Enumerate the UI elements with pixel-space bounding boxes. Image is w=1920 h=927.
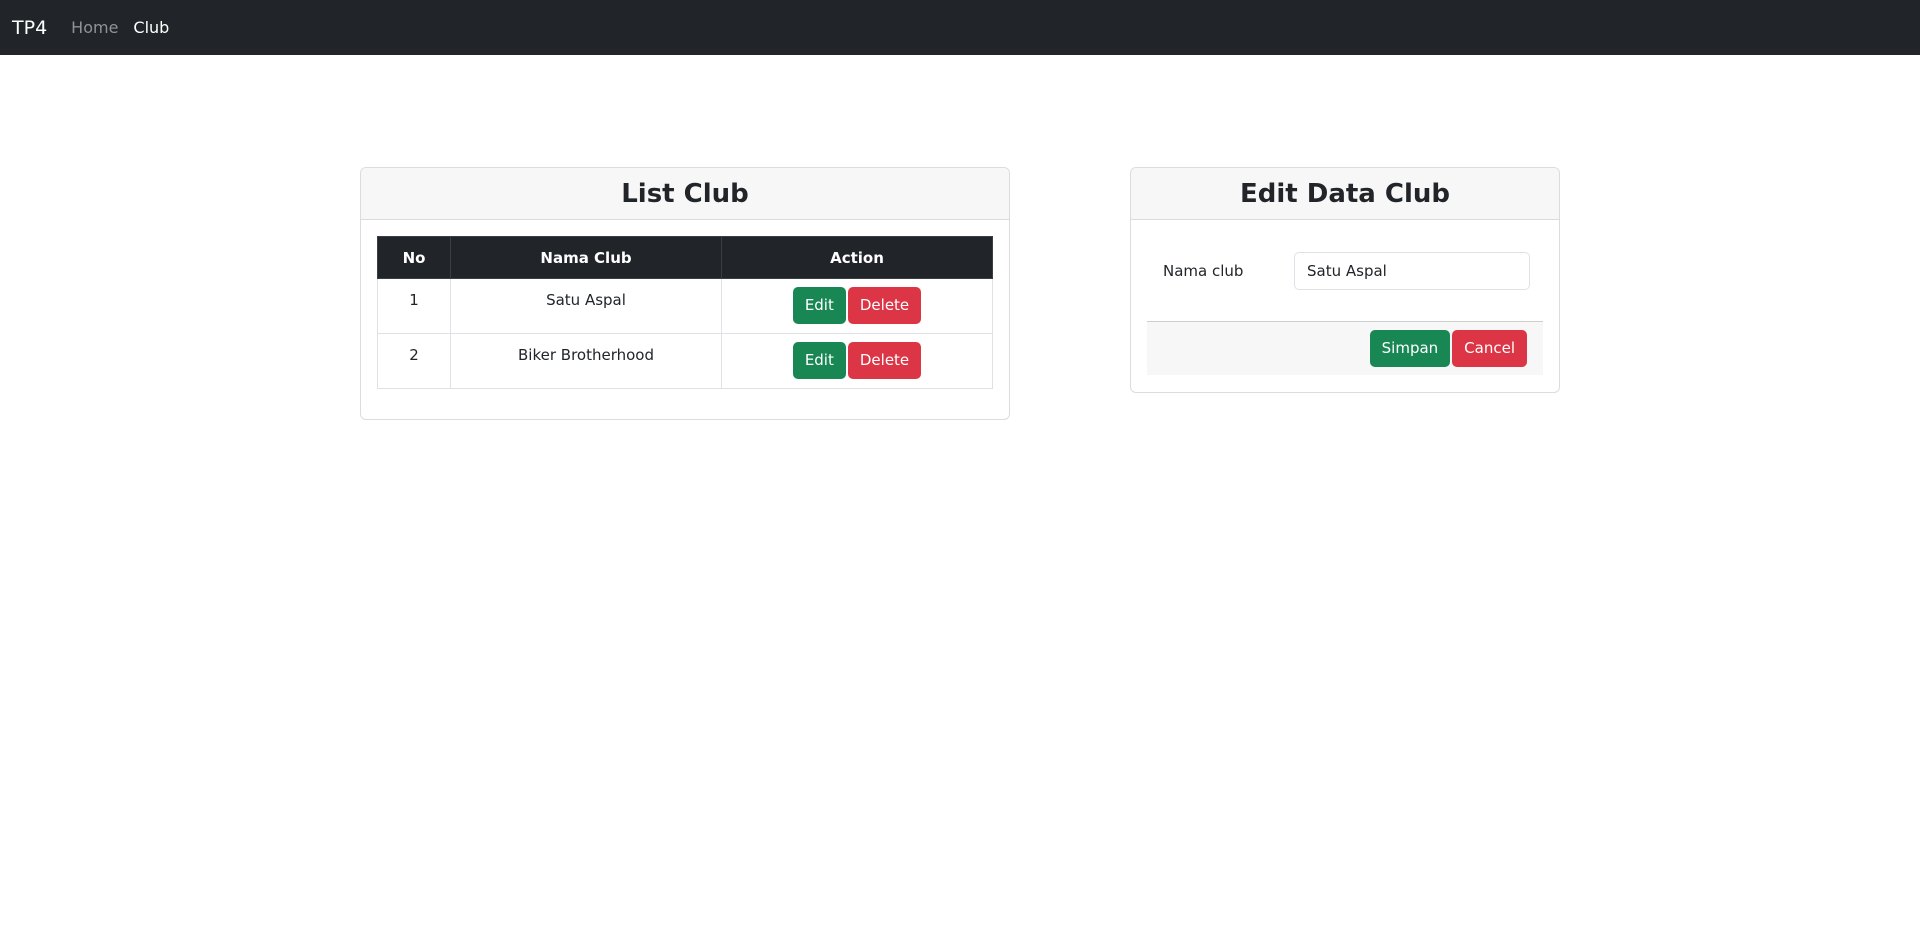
brand-link[interactable]: TP4 bbox=[12, 17, 47, 39]
club-name-form-row: Nama club bbox=[1163, 252, 1530, 290]
list-club-title: List Club bbox=[361, 168, 1009, 220]
top-navbar: TP4 Home Club bbox=[0, 0, 1920, 55]
edit-club-title: Edit Data Club bbox=[1131, 168, 1559, 220]
row-actions: Edit Delete bbox=[721, 333, 993, 389]
column-header-no: No bbox=[377, 236, 451, 279]
row-actions: Edit Delete bbox=[721, 278, 993, 334]
club-name-input[interactable] bbox=[1294, 252, 1530, 290]
column-header-name: Nama Club bbox=[450, 236, 722, 279]
edit-button[interactable]: Edit bbox=[792, 287, 846, 324]
cancel-button[interactable]: Cancel bbox=[1452, 330, 1527, 367]
club-table: No Nama Club Action 1 Satu Aspal Edit Del… bbox=[377, 236, 993, 389]
save-button[interactable]: Simpan bbox=[1369, 330, 1451, 367]
nav-link-club[interactable]: Club bbox=[133, 18, 169, 37]
edit-club-card: Edit Data Club Nama club SimpanCancel bbox=[1130, 167, 1560, 393]
table-row: 2 Biker Brotherhood Edit Delete bbox=[377, 333, 993, 389]
row-no: 1 bbox=[377, 278, 451, 334]
row-no: 2 bbox=[377, 333, 451, 389]
column-header-action: Action bbox=[721, 236, 993, 279]
edit-button[interactable]: Edit bbox=[792, 342, 846, 379]
nav-link-home[interactable]: Home bbox=[71, 18, 118, 37]
table-header-row: No Nama Club Action bbox=[377, 236, 993, 279]
row-club-name: Biker Brotherhood bbox=[450, 333, 722, 389]
delete-button[interactable]: Delete bbox=[847, 342, 922, 379]
table-row: 1 Satu Aspal Edit Delete bbox=[377, 278, 993, 334]
club-name-label: Nama club bbox=[1163, 262, 1244, 280]
delete-button[interactable]: Delete bbox=[847, 287, 922, 324]
row-club-name: Satu Aspal bbox=[450, 278, 722, 334]
edit-card-footer: Simpan Cancel bbox=[1147, 321, 1543, 375]
list-club-card: List Club No Nama Club Action 1 Satu Asp… bbox=[360, 167, 1010, 420]
